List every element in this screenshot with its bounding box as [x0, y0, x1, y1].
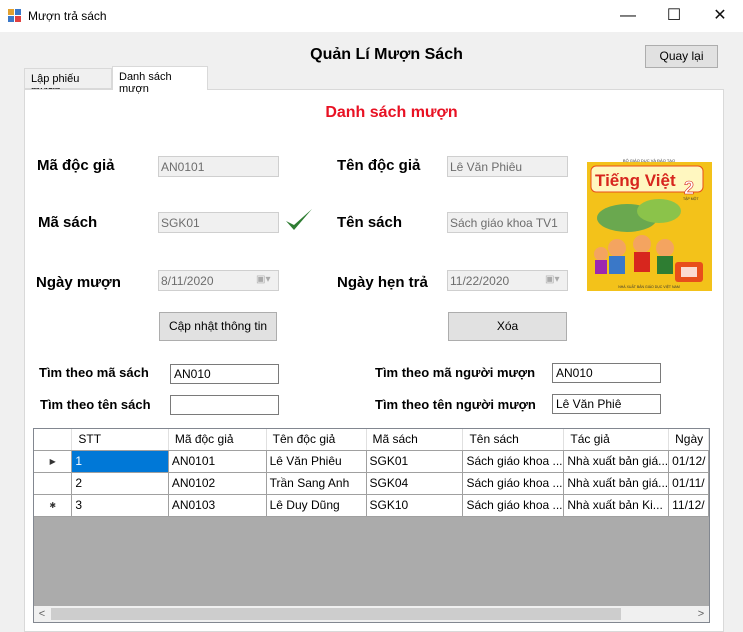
search-borrower-id-label: Tìm theo mã người mượn: [375, 365, 536, 380]
table-cell[interactable]: AN0102: [168, 472, 267, 495]
back-button[interactable]: Quay lại: [645, 45, 718, 68]
calendar-dropdown-icon: ▣▾: [256, 274, 271, 285]
borrow-date-value: 8/11/2020: [161, 274, 214, 288]
book-cover-image: BỘ GIÁO DỤC VÀ ĐÀO TẠO Tiếng Việt 2 TẬP …: [587, 156, 712, 291]
book-cover-footer: NHÀ XUẤT BẢN GIÁO DỤC VIỆT NAM: [618, 284, 680, 289]
table-cell[interactable]: Lê Văn Phiêu: [266, 450, 367, 473]
table-row[interactable]: ▶ 1 AN0101 Lê Văn Phiêu SGK01 Sách giáo …: [34, 450, 709, 473]
borrow-date-label: Ngày mượn: [36, 274, 121, 291]
tab-create-slip[interactable]: Lập phiếu mượn: [24, 68, 112, 97]
table-cell[interactable]: 2: [71, 472, 169, 495]
search-borrower-name-label: Tìm theo tên người mượn: [375, 397, 536, 412]
reader-name-label: Tên độc giả: [337, 157, 421, 174]
table-cell[interactable]: 11/12/: [668, 494, 709, 517]
minimize-button[interactable]: —: [605, 0, 651, 32]
close-icon: ✕: [713, 7, 727, 24]
book-id-label: Mã sách: [38, 214, 98, 231]
column-header-book-name[interactable]: Tên sách: [462, 429, 565, 451]
column-header-stt[interactable]: STT: [71, 429, 169, 451]
book-cover-publisher: BỘ GIÁO DỤC VÀ ĐÀO TẠO: [623, 158, 675, 163]
scroll-thumb[interactable]: [51, 608, 621, 620]
search-book-id-label: Tìm theo mã sách: [39, 365, 149, 380]
reader-name-field: Lê Văn Phiêu: [447, 156, 568, 177]
table-cell[interactable]: SGK10: [366, 494, 464, 517]
table-row[interactable]: ✱ 3 AN0103 Lê Duy Dũng SGK10 Sách giáo k…: [34, 494, 709, 517]
horizontal-scrollbar[interactable]: < >: [34, 606, 709, 622]
table-header-row: STT Mã độc giả Tên độc giả Mã sách Tên s…: [34, 429, 709, 451]
row-header-corner: [34, 429, 73, 451]
tab-borrow-list[interactable]: Danh sách mượn: [112, 66, 208, 95]
reader-id-field: AN0101: [158, 156, 279, 177]
check-icon: [286, 209, 312, 230]
book-name-field: Sách giáo khoa TV1: [447, 212, 568, 233]
due-date-picker[interactable]: 11/22/2020 ▣▾: [447, 270, 568, 291]
table-cell[interactable]: Nhà xuất bản giá...: [563, 450, 670, 473]
book-cover-title: Tiếng Việt: [595, 171, 676, 190]
calendar-dropdown-icon: ▣▾: [545, 274, 560, 285]
table-row[interactable]: 2 AN0102 Trần Sang Anh SGK04 Sách giáo k…: [34, 472, 709, 495]
section-title: Danh sách mượn: [325, 104, 458, 121]
due-date-label: Ngày hẹn trả: [337, 274, 428, 291]
table-cell[interactable]: 3: [71, 494, 169, 517]
maximize-icon: ☐: [666, 7, 682, 24]
update-info-button[interactable]: Cập nhật thông tin: [159, 312, 277, 341]
delete-button[interactable]: Xóa: [448, 312, 567, 341]
borrow-data-grid[interactable]: STT Mã độc giả Tên độc giả Mã sách Tên s…: [33, 428, 710, 623]
column-header-reader-id[interactable]: Mã độc giả: [168, 429, 267, 451]
close-button[interactable]: ✕: [697, 0, 743, 32]
table-cell[interactable]: Nhà xuất bản giá...: [563, 472, 670, 495]
table-cell[interactable]: AN0103: [168, 494, 267, 517]
table-cell[interactable]: Sách giáo khoa ...: [462, 494, 565, 517]
current-row-indicator-icon[interactable]: ▶: [34, 450, 73, 473]
table-cell[interactable]: 01/12/: [668, 450, 709, 473]
scroll-left-icon[interactable]: <: [34, 606, 50, 622]
borrow-date-picker[interactable]: 8/11/2020 ▣▾: [158, 270, 279, 291]
borrow-table: STT Mã độc giả Tên độc giả Mã sách Tên s…: [34, 429, 709, 517]
minimize-icon: —: [620, 7, 636, 24]
scroll-right-icon[interactable]: >: [693, 606, 709, 622]
table-cell[interactable]: SGK04: [366, 472, 464, 495]
table-cell[interactable]: 01/11/: [668, 472, 709, 495]
table-cell[interactable]: Sách giáo khoa ...: [462, 450, 565, 473]
reader-id-label: Mã độc giả: [37, 157, 115, 174]
title-bar: Mượn trả sách — ☐ ✕: [0, 0, 743, 32]
table-cell[interactable]: Sách giáo khoa ...: [462, 472, 565, 495]
book-id-field: SGK01: [158, 212, 279, 233]
column-header-book-id[interactable]: Mã sách: [366, 429, 464, 451]
maximize-button[interactable]: ☐: [651, 0, 697, 32]
search-book-name-input[interactable]: [170, 395, 279, 415]
page-title: Quản Lí Mượn Sách: [310, 46, 463, 63]
due-date-value: 11/22/2020: [450, 274, 510, 288]
table-cell[interactable]: Trần Sang Anh: [266, 472, 367, 495]
book-cover-volume: TẬP MỘT: [683, 196, 699, 201]
search-book-id-input[interactable]: [170, 364, 279, 384]
new-row-indicator-icon[interactable]: ✱: [34, 494, 73, 517]
table-cell[interactable]: Nhà xuất bản Ki...: [563, 494, 670, 517]
table-cell[interactable]: SGK01: [366, 450, 464, 473]
search-borrower-name-input[interactable]: [552, 394, 661, 414]
row-header[interactable]: [34, 472, 73, 495]
table-cell[interactable]: AN0101: [168, 450, 267, 473]
column-header-date[interactable]: Ngày: [668, 429, 709, 451]
column-header-reader-name[interactable]: Tên độc giả: [266, 429, 367, 451]
window-title: Mượn trả sách: [28, 9, 107, 23]
book-cover-grade: 2: [684, 178, 694, 198]
book-name-label: Tên sách: [337, 214, 403, 231]
table-cell[interactable]: Lê Duy Dũng: [266, 494, 367, 517]
column-header-author[interactable]: Tác giả: [563, 429, 670, 451]
table-cell[interactable]: 1: [71, 450, 169, 473]
search-book-name-label: Tìm theo tên sách: [40, 397, 151, 412]
app-icon: [8, 9, 21, 22]
search-borrower-id-input[interactable]: [552, 363, 661, 383]
